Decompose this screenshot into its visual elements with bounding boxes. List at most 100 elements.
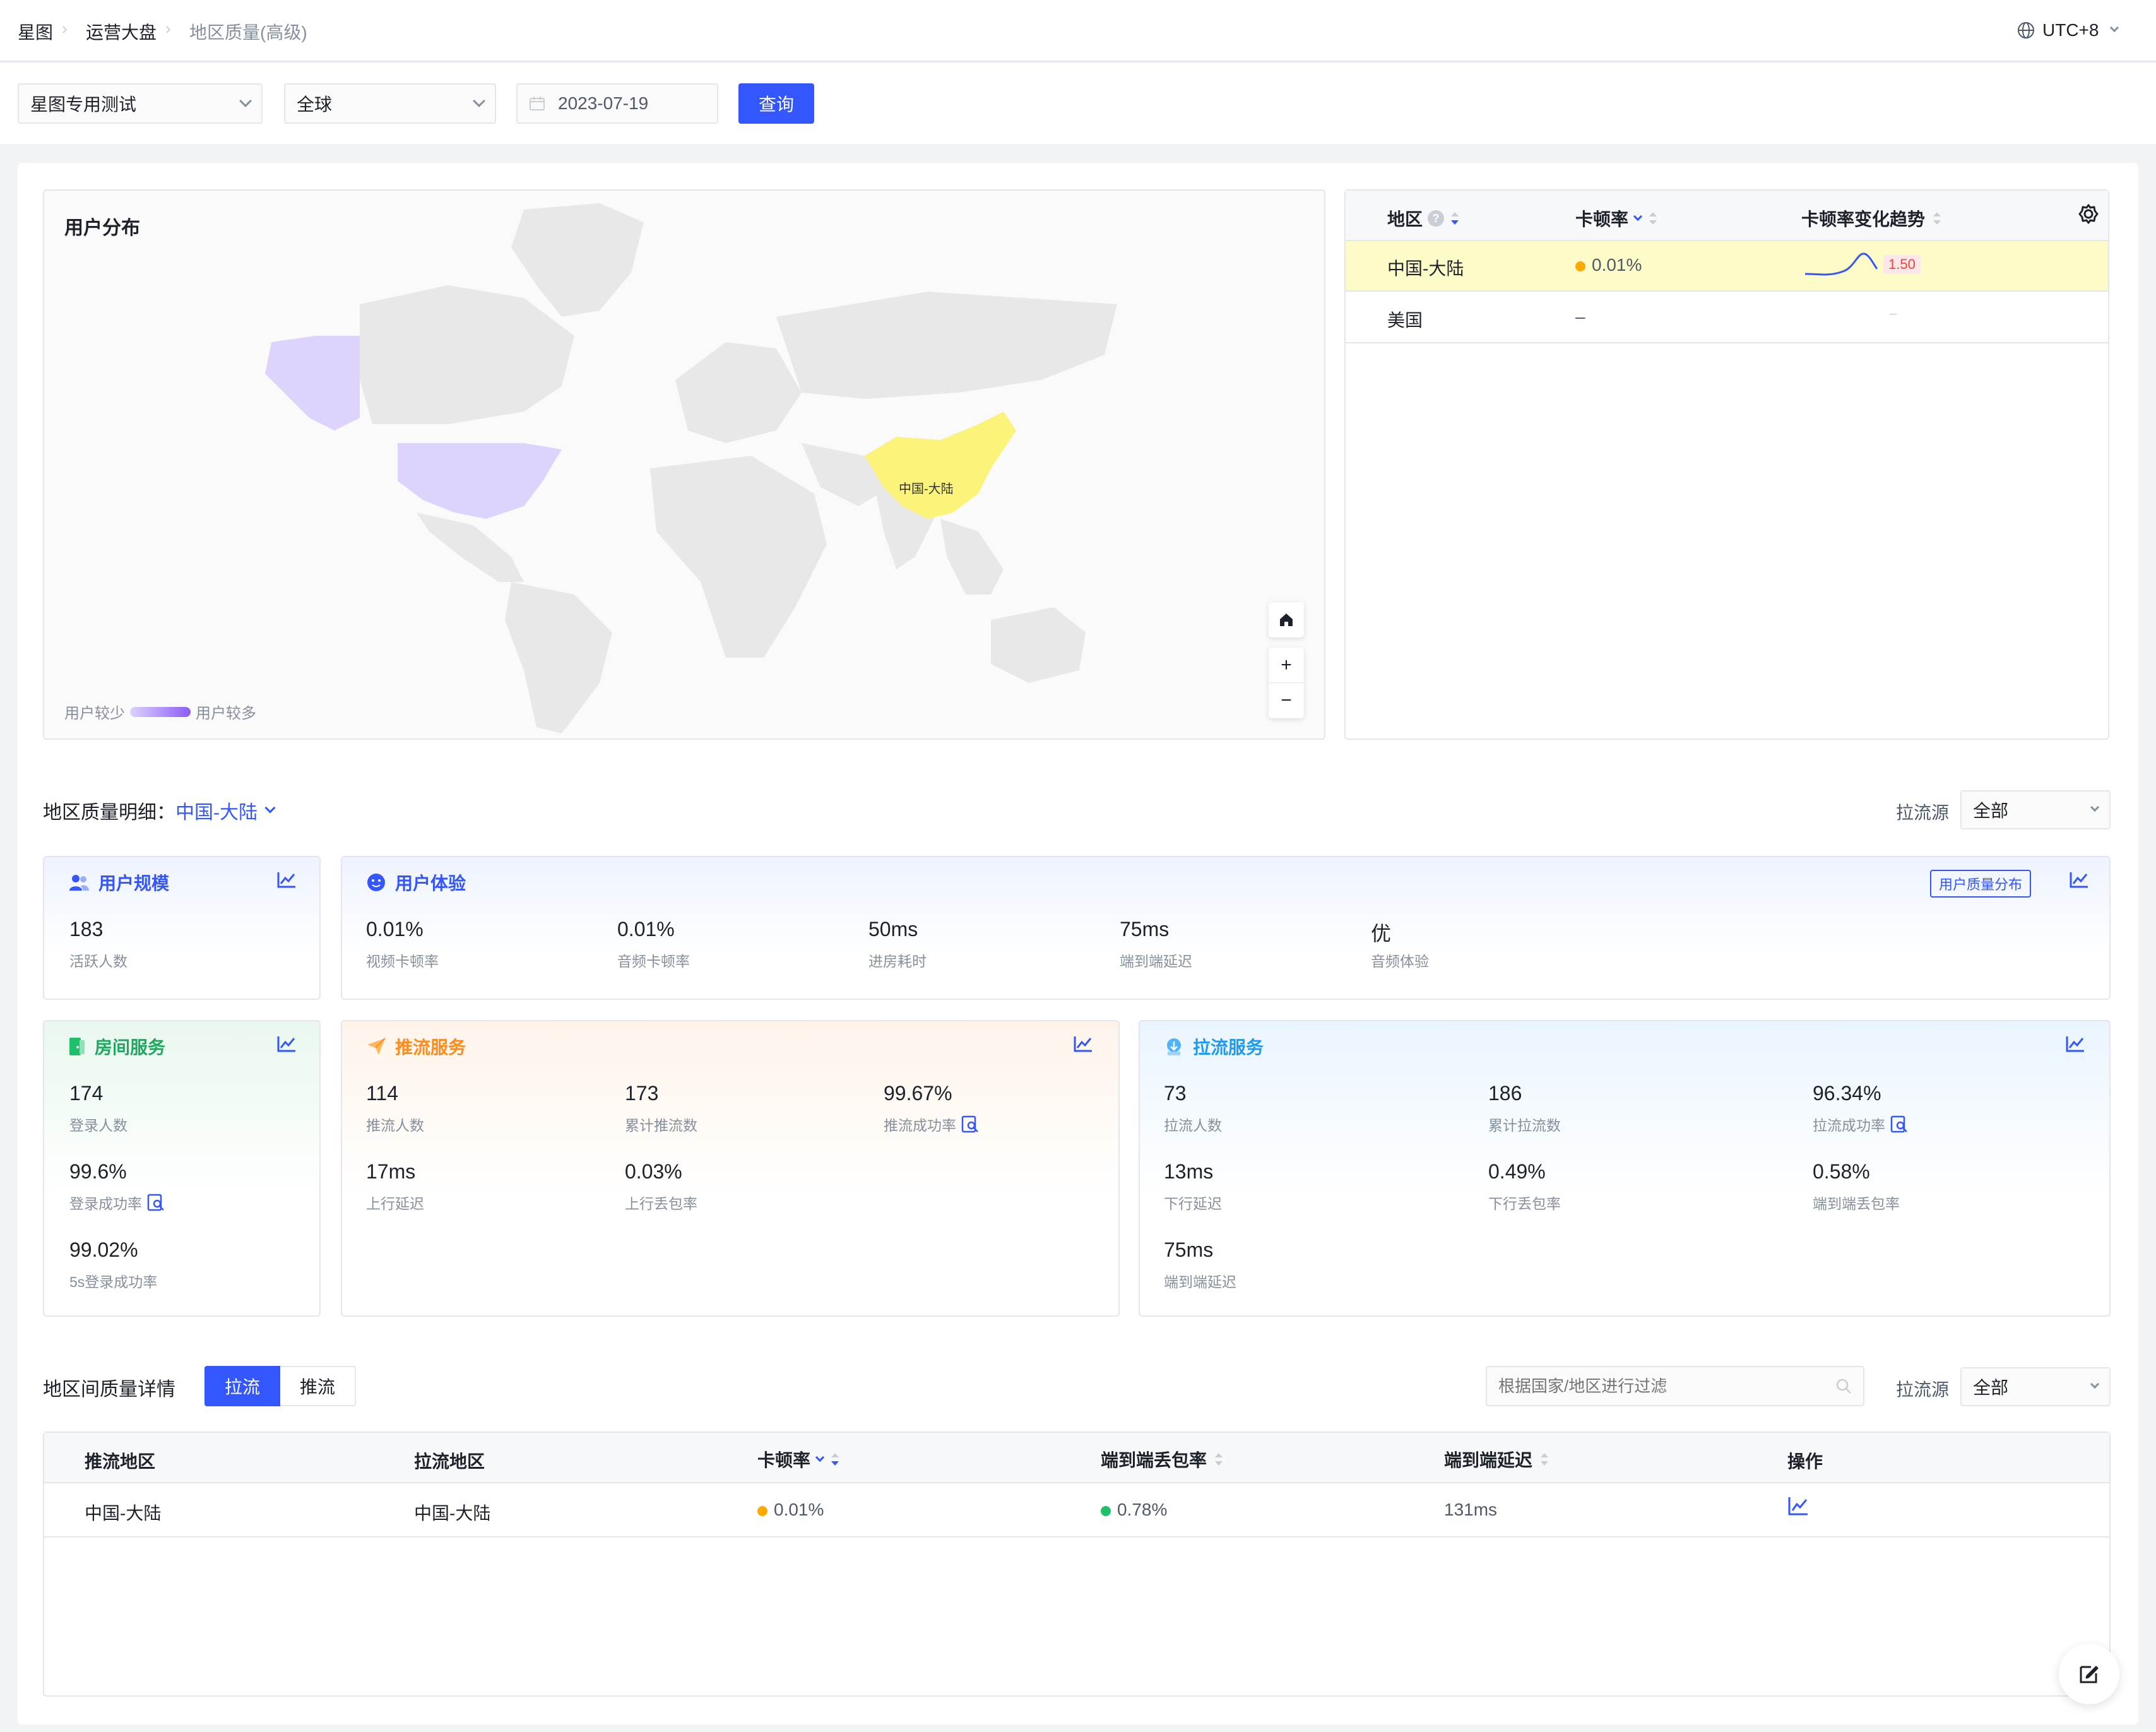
user-quality-dist-button[interactable]: 用户质量分布 xyxy=(1930,870,2032,898)
map-card: 用户分布 中国-大陆 用户较少 用户较多 + − xyxy=(43,189,1325,740)
zoom-out-button[interactable]: − xyxy=(1269,683,1304,718)
col-e2e-loss[interactable]: 端到端丢包率 xyxy=(1101,1447,1224,1472)
settings-icon[interactable] xyxy=(2078,203,2099,225)
face-icon xyxy=(367,874,385,891)
date-picker[interactable]: 2023-07-19 xyxy=(516,83,718,124)
user-scale-title: 用户规模 xyxy=(98,874,170,893)
cell-e2e-loss: 0.78% xyxy=(1101,1500,1167,1520)
timezone-selector[interactable]: UTC+8 xyxy=(2017,20,2119,40)
table-row[interactable]: 美国 – – xyxy=(1346,293,2108,343)
metric-label: 音频卡顿率 xyxy=(617,953,690,970)
metric-value: 50ms xyxy=(868,918,918,940)
detail-region-selector[interactable]: 中国-大陆 xyxy=(175,797,258,824)
sort-icon[interactable] xyxy=(1931,210,1943,227)
metric-label: 累计拉流数 xyxy=(1488,1117,1561,1134)
cell-push-region: 中国-大陆 xyxy=(85,1504,162,1523)
pull-service-title: 拉流服务 xyxy=(1193,1038,1264,1057)
metric-label: 累计推流数 xyxy=(625,1117,697,1134)
pull-service-card: 拉流服务 73 拉流人数 186 累计拉流数 96.34% 拉流成功率 13ms… xyxy=(1139,1020,2111,1317)
region-filter-input[interactable] xyxy=(1498,1376,1827,1396)
col-stall-rate[interactable]: 卡顿率 xyxy=(1575,206,1659,231)
tab-push[interactable]: 推流 xyxy=(280,1366,356,1406)
detail-search-icon[interactable] xyxy=(147,1194,165,1211)
col-e2e-delay-label: 端到端延迟 xyxy=(1444,1450,1533,1470)
edit-icon xyxy=(2080,1666,2099,1683)
metric-label: 拉流人数 xyxy=(1164,1117,1222,1134)
search-icon[interactable] xyxy=(1835,1378,1852,1394)
region-select-value: 全球 xyxy=(297,95,333,114)
col-stall-rate[interactable]: 卡顿率 xyxy=(757,1447,841,1472)
detail-search-icon[interactable] xyxy=(1890,1115,1908,1133)
trend-chart-icon[interactable] xyxy=(1787,1496,1809,1516)
feedback-button[interactable] xyxy=(2059,1644,2119,1704)
region-filter-search[interactable] xyxy=(1486,1366,1864,1406)
detail-search-icon[interactable] xyxy=(961,1115,979,1133)
metric-value: 173 xyxy=(625,1082,659,1105)
timezone-label: UTC+8 xyxy=(2042,20,2099,40)
detail-header: 地区质量明细： 中国-大陆 xyxy=(43,797,276,824)
date-value: 2023-07-19 xyxy=(558,93,649,113)
app-select-value: 星图专用测试 xyxy=(30,95,137,114)
metric-value: 0.01% xyxy=(617,918,675,940)
trend-chart-icon[interactable] xyxy=(1073,1035,1093,1053)
cell-e2e-loss-value: 0.78% xyxy=(1117,1500,1168,1519)
pull-source-value: 全部 xyxy=(1973,801,2009,821)
col-region[interactable]: 地区 ? xyxy=(1387,206,1460,231)
col-region-label: 地区 xyxy=(1387,210,1423,229)
pull-source-select[interactable]: 全部 xyxy=(1960,790,2111,829)
metric-value: 75ms xyxy=(1164,1238,1214,1261)
trend-chart-icon[interactable] xyxy=(276,871,297,889)
cell-stall-rate-value: 0.01% xyxy=(774,1500,824,1519)
trend-sparkline xyxy=(1804,252,1878,276)
metric-label: 视频卡顿率 xyxy=(366,953,439,970)
metric-label: 端到端丢包率 xyxy=(1813,1195,1900,1212)
send-icon xyxy=(367,1038,386,1055)
col-e2e-delay[interactable]: 端到端延迟 xyxy=(1444,1447,1550,1472)
map-russia xyxy=(776,292,1117,399)
map-southeast-asia xyxy=(940,519,1004,595)
trend-chart-icon[interactable] xyxy=(2065,1035,2085,1053)
trend-chart-icon[interactable] xyxy=(276,1035,297,1053)
map-europe xyxy=(675,342,802,443)
chevron-down-icon xyxy=(239,95,252,107)
metric-label-row: 登录成功率 xyxy=(69,1192,165,1213)
app-select[interactable]: 星图专用测试 xyxy=(18,83,263,124)
user-scale-card: 用户规模 183 活跃人数 xyxy=(43,856,321,1000)
metric-value: 0.03% xyxy=(625,1160,682,1183)
row-stall-rate: 0.01% xyxy=(1575,255,1642,275)
world-map[interactable] xyxy=(44,191,1324,738)
chevron-down-icon[interactable] xyxy=(1633,211,1643,222)
breadcrumb-item-home[interactable]: 星图 xyxy=(18,19,53,44)
table-row[interactable]: 中国-大陆 0.01% 1.50 xyxy=(1346,241,2108,292)
sort-icon[interactable] xyxy=(829,1451,841,1468)
sort-icon[interactable] xyxy=(1213,1451,1224,1468)
metric-label: 端到端延迟 xyxy=(1120,953,1192,970)
map-australia xyxy=(991,607,1086,683)
legend-low-label: 用户较少 xyxy=(64,705,125,722)
region-select[interactable]: 全球 xyxy=(284,83,496,124)
col-stall-trend[interactable]: 卡顿率变化趋势 xyxy=(1801,206,1943,231)
chevron-down-icon[interactable] xyxy=(815,1452,825,1462)
user-experience-header: 用户体验 xyxy=(366,870,466,895)
zoom-in-button[interactable]: + xyxy=(1269,648,1304,683)
map-africa xyxy=(650,456,827,658)
tab-pull[interactable]: 拉流 xyxy=(204,1366,280,1406)
breadcrumb-item-dashboard[interactable]: 运营大盘 xyxy=(86,19,157,44)
metric-value: 优 xyxy=(1371,922,1392,945)
push-service-card: 推流服务 114 推流人数 173 累计推流数 99.67% 推流成功率 17m… xyxy=(341,1020,1120,1317)
pull-source-select[interactable]: 全部 xyxy=(1960,1367,2111,1406)
chevron-down-icon[interactable] xyxy=(264,802,276,814)
sort-icon[interactable] xyxy=(1539,1451,1550,1468)
sort-icon[interactable] xyxy=(1647,210,1659,227)
pull-service-header: 拉流服务 xyxy=(1164,1034,1264,1059)
query-button[interactable]: 查询 xyxy=(738,83,814,124)
inter-region-title: 地区间质量详情 xyxy=(43,1379,175,1400)
metric-label: 推流成功率 xyxy=(884,1117,956,1134)
metric-value: 186 xyxy=(1488,1082,1522,1105)
map-home-button[interactable] xyxy=(1269,602,1304,638)
push-service-title: 推流服务 xyxy=(395,1038,466,1057)
trend-chart-icon[interactable] xyxy=(2069,871,2089,889)
sort-icon[interactable] xyxy=(1449,210,1460,227)
chevron-down-icon xyxy=(2090,1379,2100,1389)
help-icon[interactable]: ? xyxy=(1428,210,1445,227)
